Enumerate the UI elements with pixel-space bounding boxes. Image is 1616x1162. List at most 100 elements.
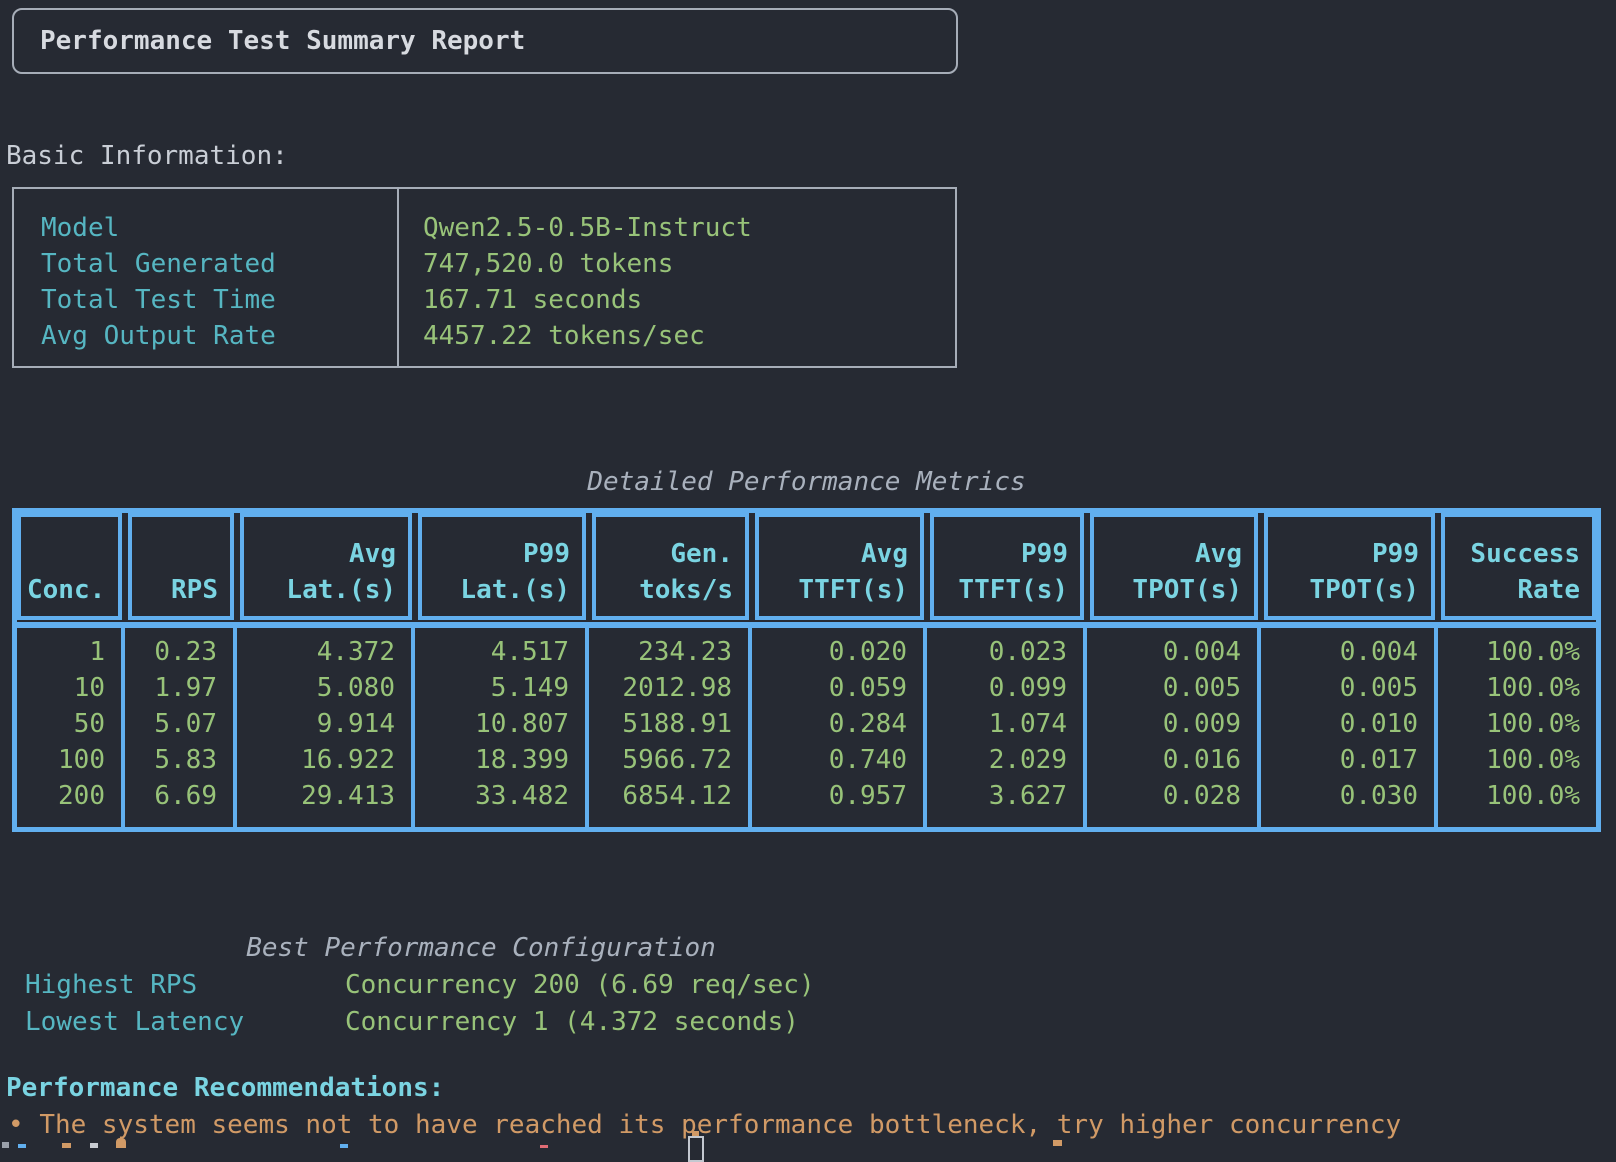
best-config-section: Best Performance Configuration Highest R…: [25, 930, 937, 1041]
column-header: Avg TTFT(s): [755, 513, 924, 620]
metric-cell: 0.099: [927, 670, 1067, 706]
metric-cell: 5.07: [125, 706, 217, 742]
metric-cell: 0.023: [927, 634, 1067, 670]
metric-cell: 50: [17, 706, 105, 742]
metrics-table-body: 1 10 50 100 200 0.23 1.97 5.07 5.83 6.69…: [17, 628, 1596, 827]
recommendation-text: The system seems not to have reached its…: [39, 1110, 1401, 1140]
clipped-line-fragment: [2, 1142, 9, 1148]
report-title: Performance Test Summary Report: [40, 26, 525, 56]
column-rps: 0.23 1.97 5.07 5.83 6.69: [125, 628, 237, 827]
column-header: P99 Lat.(s): [418, 513, 586, 620]
metric-cell: 0.020: [752, 634, 907, 670]
metric-cell: 100.0%: [1438, 778, 1580, 814]
metric-cell: 4.517: [415, 634, 569, 670]
metric-cell: 0.005: [1087, 670, 1241, 706]
metric-cell: 1.97: [125, 670, 217, 706]
metric-cell: 5188.91: [589, 706, 732, 742]
metric-cell: 5966.72: [589, 742, 732, 778]
metric-cell: 0.059: [752, 670, 907, 706]
metric-cell: 1: [17, 634, 105, 670]
metric-cell: 0.284: [752, 706, 907, 742]
column-header: Avg Lat.(s): [240, 513, 412, 620]
metric-cell: 29.413: [237, 778, 395, 814]
info-label: Total Generated: [41, 246, 397, 282]
clipped-line-fragment: [340, 1144, 348, 1148]
metric-cell: 10: [17, 670, 105, 706]
metrics-table: Conc. RPS Avg Lat.(s) P99 Lat.(s) Gen. t…: [12, 508, 1601, 832]
column-header: Avg TPOT(s): [1090, 513, 1258, 620]
info-value: 4457.22 tokens/sec: [423, 318, 955, 354]
basic-info-labels: Model Total Generated Total Test Time Av…: [14, 189, 399, 366]
metric-cell: 100.0%: [1438, 742, 1580, 778]
column-concurrency: 1 10 50 100 200: [17, 628, 125, 827]
best-config-label: Lowest Latency: [25, 1004, 345, 1041]
metric-cell: 5.149: [415, 670, 569, 706]
column-avg-tpot: 0.004 0.005 0.009 0.016 0.028: [1087, 628, 1261, 827]
column-header: Conc.: [17, 513, 122, 620]
metric-cell: 2.029: [927, 742, 1067, 778]
column-header: P99 TPOT(s): [1264, 513, 1435, 620]
best-config-row: Highest RPS Concurrency 200 (6.69 req/se…: [25, 967, 937, 1004]
metric-cell: 10.807: [415, 706, 569, 742]
column-header: P99 TTFT(s): [930, 513, 1084, 620]
clipped-line-fragment: [18, 1144, 26, 1148]
column-p99-ttft: 0.023 0.099 1.074 2.029 3.627: [927, 628, 1087, 827]
bullet-icon: •: [8, 1110, 24, 1140]
metric-cell: 100.0%: [1438, 670, 1580, 706]
column-avg-latency: 4.372 5.080 9.914 16.922 29.413: [237, 628, 415, 827]
report-title-panel: Performance Test Summary Report: [12, 8, 958, 74]
metric-cell: 0.957: [752, 778, 907, 814]
column-success-rate: 100.0% 100.0% 100.0% 100.0% 100.0%: [1438, 628, 1596, 827]
best-config-value: Concurrency 1 (4.372 seconds): [345, 1004, 799, 1041]
metric-cell: 0.23: [125, 634, 217, 670]
metric-cell: 100.0%: [1438, 706, 1580, 742]
basic-info-heading: Basic Information:: [6, 138, 288, 174]
metric-cell: 6.69: [125, 778, 217, 814]
metric-cell: 4.372: [237, 634, 395, 670]
terminal-screen: { "palette": { "background": "#262a33", …: [0, 0, 1616, 1148]
metric-cell: 0.016: [1087, 742, 1241, 778]
metric-cell: 0.028: [1087, 778, 1241, 814]
metric-cell: 200: [17, 778, 105, 814]
basic-info-table: Model Total Generated Total Test Time Av…: [12, 187, 957, 368]
metric-cell: 18.399: [415, 742, 569, 778]
best-config-label: Highest RPS: [25, 967, 345, 1004]
info-value: Qwen2.5-0.5B-Instruct: [423, 210, 955, 246]
column-avg-ttft: 0.020 0.059 0.284 0.740 0.957: [752, 628, 927, 827]
metric-cell: 0.740: [752, 742, 907, 778]
metric-cell: 234.23: [589, 634, 732, 670]
metrics-table-title: Detailed Performance Metrics: [12, 464, 1601, 500]
recommendations-heading: Performance Recommendations:: [6, 1070, 1401, 1106]
terminal-cursor[interactable]: [688, 1136, 704, 1162]
best-config-value: Concurrency 200 (6.69 req/sec): [345, 967, 815, 1004]
info-value: 167.71 seconds: [423, 282, 955, 318]
metric-cell: 0.010: [1261, 706, 1418, 742]
metric-cell: 9.914: [237, 706, 395, 742]
metric-cell: 0.004: [1087, 634, 1241, 670]
metric-cell: 0.017: [1261, 742, 1418, 778]
metric-cell: 0.005: [1261, 670, 1418, 706]
metric-cell: 100: [17, 742, 105, 778]
metric-cell: 33.482: [415, 778, 569, 814]
metric-cell: 2012.98: [589, 670, 732, 706]
metric-cell: 0.009: [1087, 706, 1241, 742]
best-config-row: Lowest Latency Concurrency 1 (4.372 seco…: [25, 1004, 937, 1041]
clipped-line-fragment: [1053, 1140, 1062, 1146]
metric-cell: 0.030: [1261, 778, 1418, 814]
info-value: 747,520.0 tokens: [423, 246, 955, 282]
clipped-line-fragment: [62, 1143, 71, 1148]
metric-cell: 3.627: [927, 778, 1067, 814]
metric-cell: 16.922: [237, 742, 395, 778]
metric-cell: 1.074: [927, 706, 1067, 742]
metrics-table-header: Conc. RPS Avg Lat.(s) P99 Lat.(s) Gen. t…: [17, 513, 1596, 620]
column-header: RPS: [128, 513, 234, 620]
column-header: Success Rate: [1441, 513, 1596, 620]
recommendations-section: Performance Recommendations: • The syste…: [6, 1070, 1401, 1144]
info-label: Total Test Time: [41, 282, 397, 318]
clipped-line-fragment: [90, 1143, 98, 1148]
clipped-line-fragment: [116, 1138, 126, 1148]
metric-cell: 0.004: [1261, 634, 1418, 670]
info-label: Avg Output Rate: [41, 318, 397, 354]
best-config-title: Best Performance Configuration: [25, 930, 937, 967]
column-p99-tpot: 0.004 0.005 0.010 0.017 0.030: [1261, 628, 1438, 827]
